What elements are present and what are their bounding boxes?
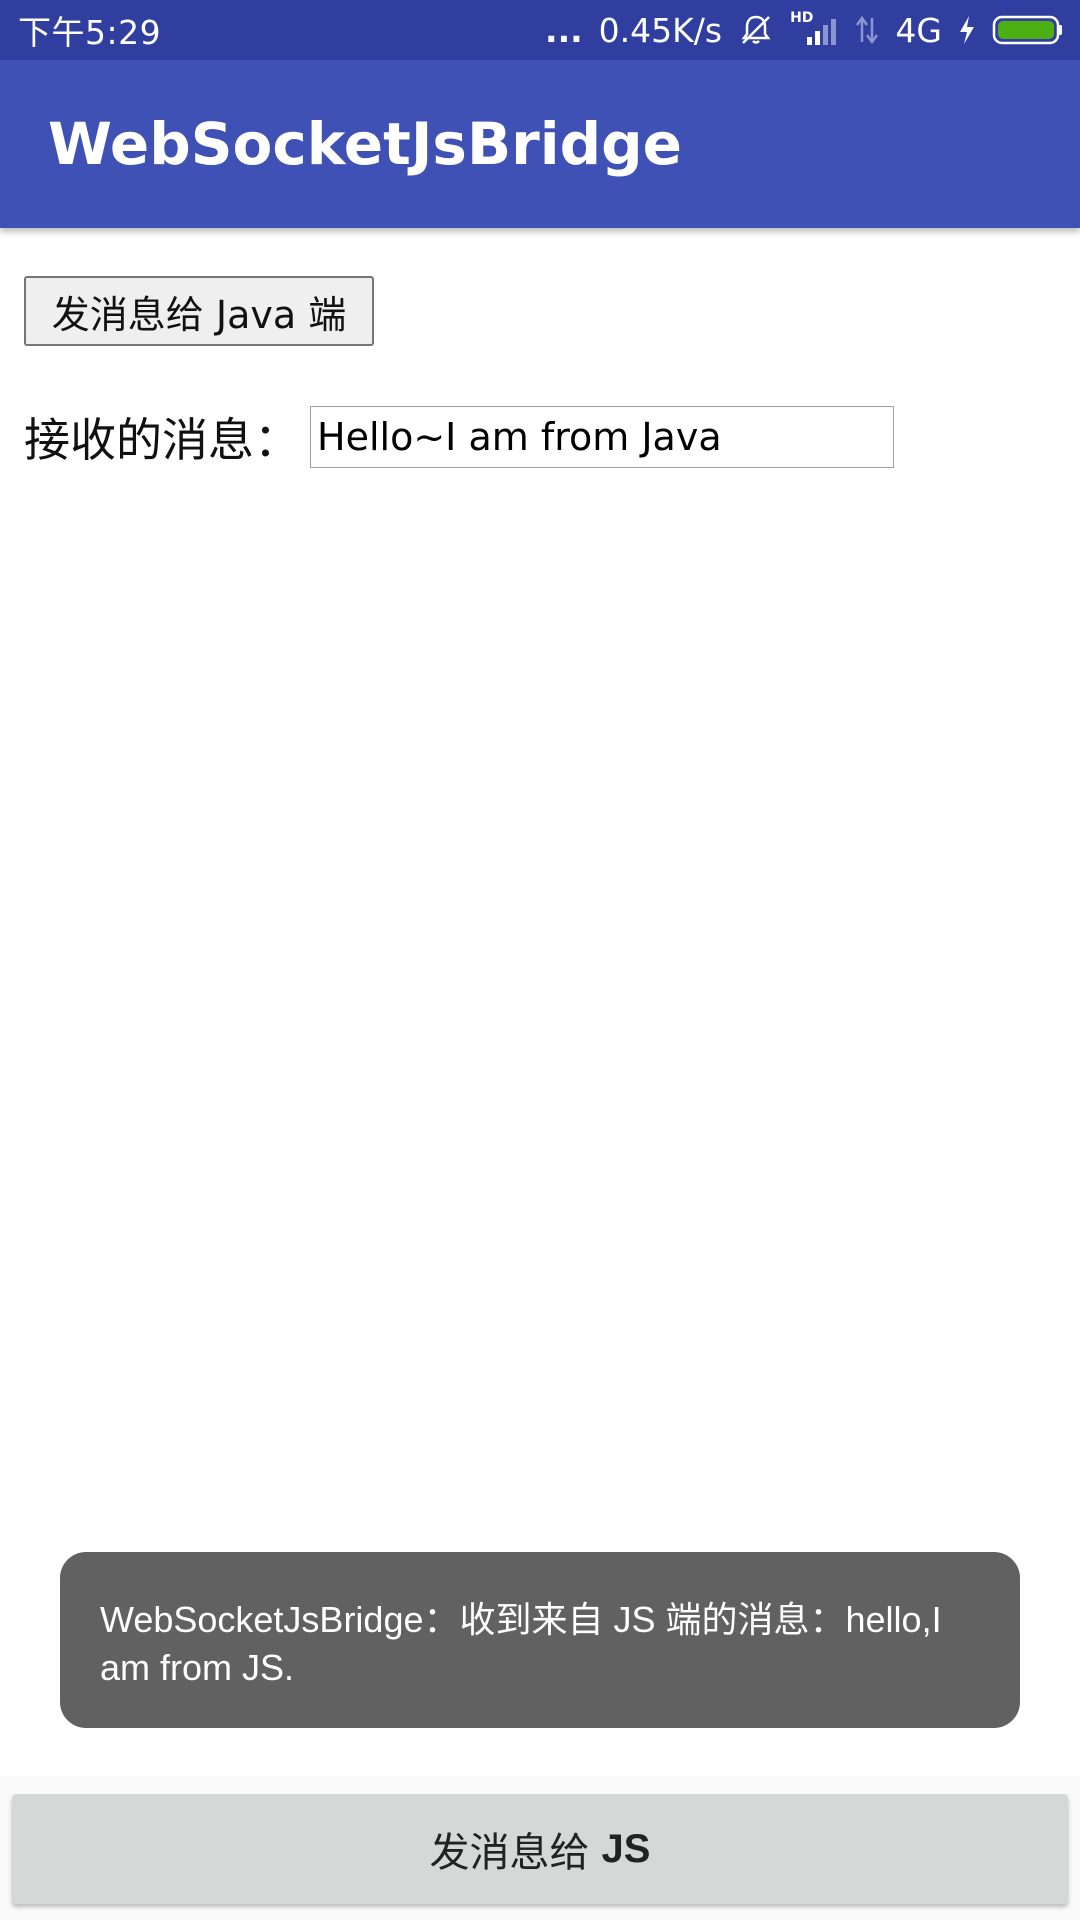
send-to-js-button[interactable]: 发消息给 JS xyxy=(12,1794,1068,1904)
toast-message: WebSocketJsBridge：收到来自 JS 端的消息：hello,I a… xyxy=(60,1552,1020,1728)
battery-icon xyxy=(992,14,1064,46)
received-message-input[interactable] xyxy=(310,406,894,468)
bottom-bar: 发消息给 JS xyxy=(0,1776,1080,1920)
mute-icon xyxy=(738,12,774,48)
data-arrows-icon xyxy=(855,14,879,46)
app-bar: WebSocketJsBridge xyxy=(0,60,1080,228)
toast-text: WebSocketJsBridge：收到来自 JS 端的消息：hello,I a… xyxy=(100,1599,942,1688)
charging-icon xyxy=(958,15,976,45)
app-title: WebSocketJsBridge xyxy=(48,110,683,178)
signal-icon: HD xyxy=(790,10,839,47)
network-type: 4G xyxy=(895,10,942,50)
status-icons: ... 0.45K/s HD 4G xyxy=(545,10,1064,50)
screen: 下午5:29 ... 0.45K/s HD 4G WebSocketJsBrid… xyxy=(0,0,1080,1920)
received-message-label: 接收的消息： xyxy=(24,413,300,467)
send-to-java-button[interactable]: 发消息给 Java 端 xyxy=(24,276,374,346)
status-bar: 下午5:29 ... 0.45K/s HD 4G xyxy=(0,0,1080,60)
status-dots: ... xyxy=(545,10,583,50)
send-to-js-target: JS xyxy=(601,1826,651,1871)
send-to-js-label: 发消息给 xyxy=(429,1831,590,1875)
network-speed: 0.45K/s xyxy=(598,10,723,50)
received-message-row: 接收的消息： xyxy=(24,404,894,470)
status-time: 下午5:29 xyxy=(18,13,162,52)
hd-badge: HD xyxy=(790,10,814,26)
